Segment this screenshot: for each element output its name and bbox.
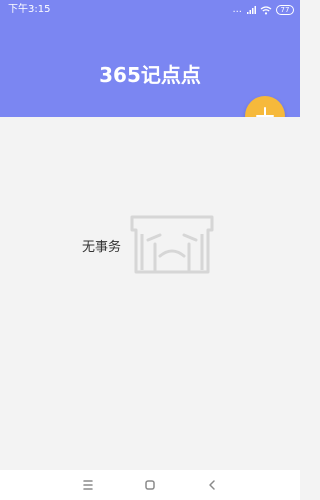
crying-face-icon xyxy=(130,215,214,274)
battery-icon: 77 xyxy=(276,5,294,15)
menu-icon[interactable] xyxy=(80,477,96,493)
empty-list-area xyxy=(0,117,300,470)
wifi-icon xyxy=(260,6,272,15)
empty-state-text: 无事务 xyxy=(82,240,122,255)
status-bar: 下午3:15 ... 77 xyxy=(0,0,300,20)
status-time: 下午3:15 xyxy=(8,4,51,15)
back-icon[interactable] xyxy=(204,477,220,493)
battery-level: 77 xyxy=(280,6,290,14)
home-icon[interactable] xyxy=(142,477,158,493)
status-icons: ... 77 xyxy=(232,4,294,16)
signal-icon xyxy=(247,6,256,14)
app-title: 365记点点 xyxy=(99,63,201,87)
status-dots: ... xyxy=(232,4,242,15)
system-navigation-bar xyxy=(0,470,300,500)
